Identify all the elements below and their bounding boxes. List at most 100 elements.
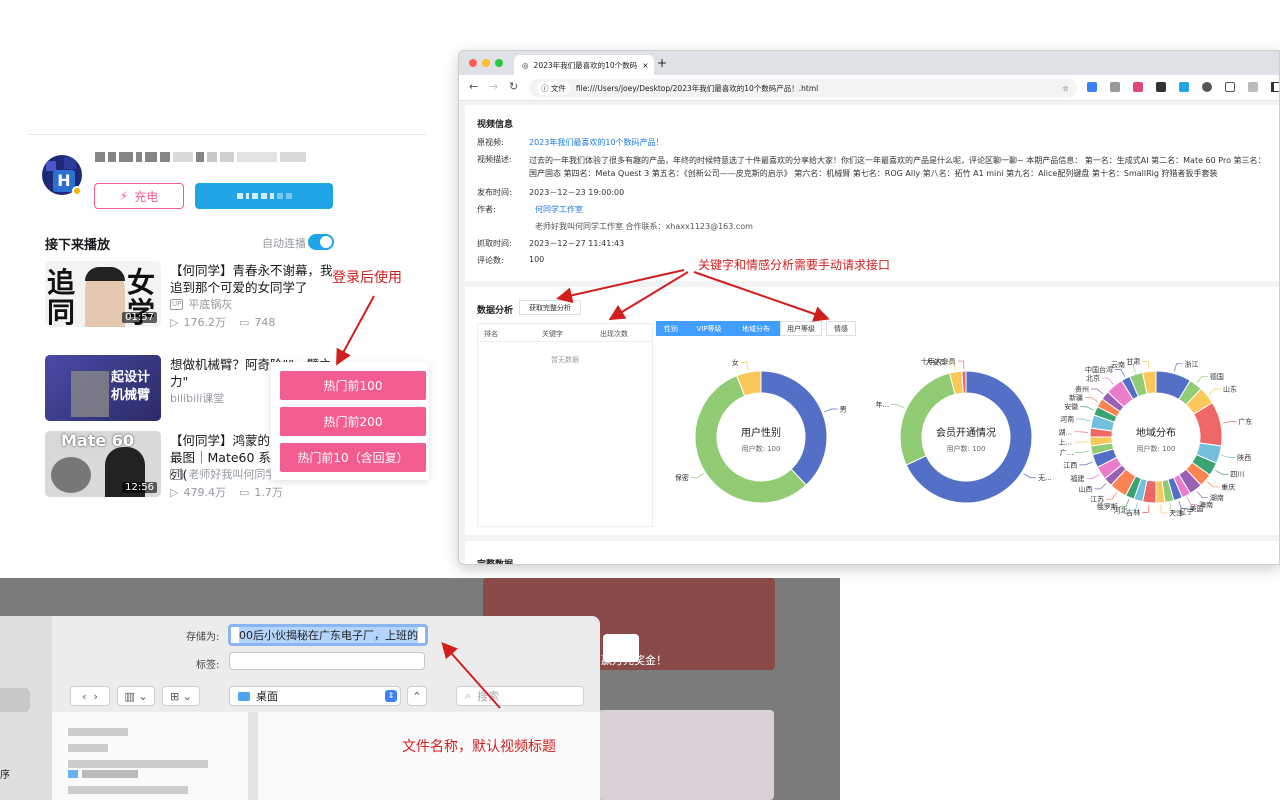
extension-icon[interactable] xyxy=(1202,82,1212,92)
slice-label: 浙江 xyxy=(1185,359,1199,368)
arrow xyxy=(336,295,375,366)
comment-count: 100 xyxy=(529,255,545,264)
label-line xyxy=(1142,504,1150,513)
sidebar-icon[interactable] xyxy=(1271,82,1279,92)
extension-icon[interactable] xyxy=(1110,82,1120,92)
top200-button[interactable]: 热门前200 xyxy=(280,407,426,436)
analysis-card: 数据分析 获取完整分析 排名 关键字 出现次数 暂无数据 性别 VIP等级 地域… xyxy=(465,287,1279,535)
video-link[interactable]: 2023年我们最喜欢的10个数码产品！ xyxy=(529,137,664,148)
chart-subtitle: 用户数: 100 xyxy=(1137,444,1176,453)
empty-text: 暂无数据 xyxy=(551,356,579,364)
view-grid-button[interactable]: ⊞ ⌄ xyxy=(162,686,200,706)
video-description: 过去的一年我们体验了很多有趣的产品，年终的时候特意选了十件最喜欢的分享给大家！你… xyxy=(529,156,1266,178)
bookmark-star-icon[interactable]: ☆ xyxy=(1062,84,1069,93)
label-line xyxy=(1142,361,1150,370)
autoplay-toggle[interactable] xyxy=(308,234,334,250)
label-line xyxy=(1094,483,1107,490)
video-uploader[interactable]: UP 老师好我叫何同学 xyxy=(170,466,276,482)
extension-icon[interactable] xyxy=(1087,82,1097,92)
grid-icon: ⊞ ⌄ xyxy=(170,689,192,703)
file-chip[interactable]: ⓘ 文件 xyxy=(537,81,570,95)
slice-label: 德国 xyxy=(1210,372,1224,381)
video-uploader[interactable]: UP 平底锅灰 xyxy=(170,296,232,312)
new-tab-button[interactable]: + xyxy=(657,56,667,70)
up-icon: UP xyxy=(170,298,184,310)
extension-icon[interactable] xyxy=(1179,82,1189,92)
slice-label: 山西 xyxy=(1078,484,1092,493)
minimize-window-icon[interactable] xyxy=(482,59,490,67)
slice-label: 天津 xyxy=(1169,509,1183,517)
publish-time: 2023－12－23 19:00:00 xyxy=(529,188,625,197)
url-bar[interactable]: ⓘ 文件 file:///Users/joey/Desktop/2023年我们最… xyxy=(529,79,1077,97)
back-forward-buttons[interactable]: ‹ › xyxy=(70,686,110,706)
label-line xyxy=(1207,481,1220,488)
slice-label: 贵州 xyxy=(1075,385,1089,394)
video-info-card: 视频信息 原视频: 2023年我们最喜欢的10个数码产品！ 视频描述: 过去的一… xyxy=(465,105,1279,281)
label-line xyxy=(1196,376,1208,384)
browser-window: ◎ 2023年我们最喜欢的10个数码 × + ← → ↻ ⓘ 文件 file:/… xyxy=(458,50,1280,565)
expand-button[interactable]: ⌃ xyxy=(407,686,427,706)
extension-icon[interactable] xyxy=(1156,82,1166,92)
video-thumbnail[interactable]: 起设计 机械臂 xyxy=(45,355,161,421)
top100-button[interactable]: 热门前100 xyxy=(280,371,426,400)
video-duration: 12:56 xyxy=(122,482,157,493)
slice-label: 广东 xyxy=(1238,417,1252,426)
video-uploader[interactable]: bilibili课堂 xyxy=(170,390,224,406)
globe-icon: ◎ xyxy=(522,60,529,70)
label-line xyxy=(1085,397,1099,402)
top10-with-replies-button[interactable]: 热门前10（含回复） xyxy=(280,443,426,472)
divider xyxy=(28,134,426,135)
filename-input[interactable]: 00后小伙揭秘在广东电子厂，上班的 xyxy=(228,624,428,646)
autoplay-label: 自动连播 xyxy=(262,237,306,250)
puzzle-icon[interactable] xyxy=(1225,82,1235,92)
video-thumbnail[interactable]: Mate 60 12:56 xyxy=(45,431,161,497)
view-columns-button[interactable]: ▥ ⌄ xyxy=(117,686,155,706)
chevron-left-icon: ‹ xyxy=(82,689,87,703)
label-line xyxy=(957,360,965,370)
tags-input[interactable] xyxy=(229,652,425,670)
sidebar-selected-item[interactable] xyxy=(0,688,30,712)
danmaku-icon: ▭ xyxy=(238,485,250,499)
follow-button-blurred[interactable] xyxy=(195,183,333,209)
downloads-icon[interactable] xyxy=(1248,82,1258,92)
blurred-username[interactable] xyxy=(95,148,327,166)
tab-region[interactable]: 地域分布 xyxy=(732,321,780,336)
slice-label: 中国台湾 xyxy=(1085,365,1113,374)
annotation-filename: 文件名称，默认视频标题 xyxy=(402,739,556,755)
browser-toolbar: ← → ↻ ⓘ 文件 file:///Users/joey/Desktop/20… xyxy=(459,75,1279,101)
video-stats: ▷ 479.4万 ▭ 1.7万 xyxy=(170,485,283,500)
scrollbar[interactable] xyxy=(248,712,258,800)
close-window-icon[interactable] xyxy=(469,59,477,67)
location-select[interactable]: 桌面 ⇕ xyxy=(229,686,401,706)
charge-button[interactable]: ⚡ 充电 xyxy=(94,183,184,209)
tab-vip-level[interactable]: VIP等级 xyxy=(686,321,732,336)
slice-label: 北京 xyxy=(1086,374,1100,383)
author-link[interactable]: 何同学工作室 xyxy=(535,204,583,215)
zoom-window-icon[interactable] xyxy=(495,59,503,67)
annotation-api: 关键字和情感分析需要手动请求接口 xyxy=(698,258,891,272)
search-field[interactable]: ⌕ 搜索 xyxy=(456,686,584,706)
danmaku-icon: ▭ xyxy=(238,315,250,329)
label-line xyxy=(1080,406,1094,411)
slice-label: 福建 xyxy=(1070,474,1084,483)
label-line xyxy=(1075,450,1090,453)
tab-sentiment[interactable]: 情感 xyxy=(826,321,856,336)
fetch-analysis-button[interactable]: 获取完整分析 xyxy=(519,300,581,315)
slice-label: 河南 xyxy=(1060,415,1074,424)
back-icon[interactable]: ← xyxy=(469,80,478,93)
forward-icon[interactable]: → xyxy=(489,80,498,93)
author-bio: 老师好我叫何同学工作室 合作联系：xhaxx1123@163.com xyxy=(535,222,753,231)
close-tab-icon[interactable]: × xyxy=(642,61,648,70)
video-thumbnail[interactable]: 追 同 女 学 01:57 xyxy=(45,261,161,327)
extension-icon[interactable] xyxy=(1133,82,1143,92)
keyword-table: 排名 关键字 出现次数 暂无数据 xyxy=(477,323,653,527)
slice-label: 山东 xyxy=(1223,385,1237,394)
tab-user-level[interactable]: 用户等级 xyxy=(780,321,822,336)
browser-tab[interactable]: ◎ 2023年我们最喜欢的10个数码 × xyxy=(514,55,654,75)
crawl-time: 2023－12－27 11:41:43 xyxy=(529,239,625,248)
label-line xyxy=(1079,461,1093,466)
tab-gender[interactable]: 性别 xyxy=(656,321,686,336)
promo-image[interactable] xyxy=(598,710,774,800)
video-title[interactable]: 【何同学】青春永不谢幕，我追到那个可爱的女同学了 xyxy=(170,262,335,296)
reload-icon[interactable]: ↻ xyxy=(509,80,518,93)
